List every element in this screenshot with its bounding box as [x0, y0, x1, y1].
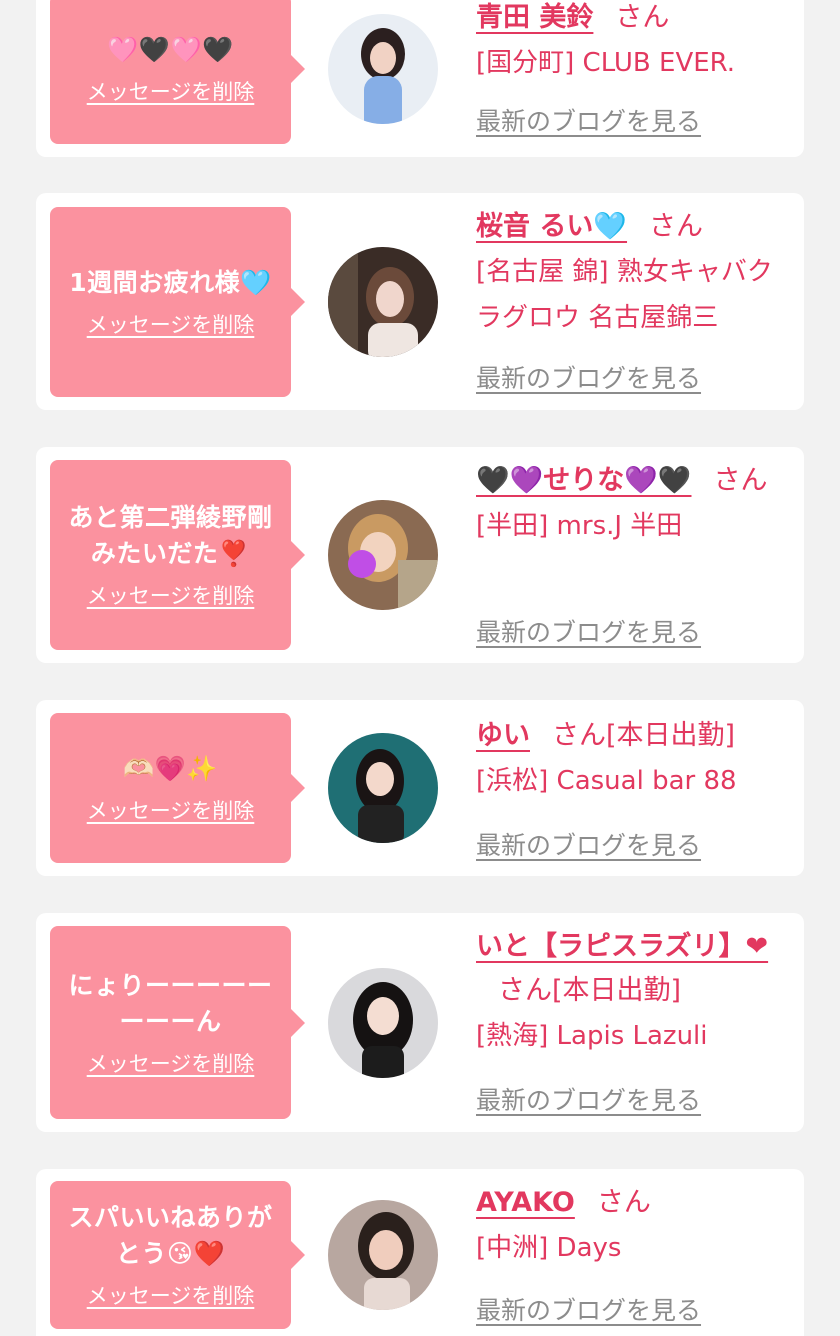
- message-text: 1週間お疲れ様🩵: [69, 268, 272, 297]
- avatar[interactable]: [328, 500, 438, 610]
- honorific: さん: [713, 465, 768, 496]
- cast-info: AYAKO さん [中洲] Days: [476, 1181, 788, 1271]
- cast-name-link[interactable]: 青田 美鈴: [476, 2, 593, 33]
- latest-blog-link[interactable]: 最新のブログを見る: [476, 1291, 701, 1327]
- avatar[interactable]: [328, 968, 438, 1078]
- cast-name-link[interactable]: 桜音 るい🩵: [476, 211, 627, 242]
- cast-info: 青田 美鈴 さん [国分町] CLUB EVER.: [476, 0, 788, 86]
- delete-message-link[interactable]: メッセージを削除: [87, 309, 255, 339]
- honorific: さん: [596, 1187, 651, 1218]
- honorific: さん: [498, 975, 552, 1006]
- latest-blog-link[interactable]: 最新のブログを見る: [476, 359, 701, 395]
- latest-blog-link[interactable]: 最新のブログを見る: [476, 613, 701, 649]
- shop-name: [浜松] Casual bar 88: [476, 766, 737, 796]
- cast-name-link[interactable]: ゆい: [476, 720, 530, 751]
- avatar[interactable]: [328, 247, 438, 357]
- latest-blog-link[interactable]: 最新のブログを見る: [476, 102, 701, 138]
- message-bubble: 1週間お疲れ様🩵 メッセージを削除: [50, 207, 305, 397]
- avatar[interactable]: [328, 14, 438, 124]
- message-bubble: にょりーーーーーーーーん メッセージを削除: [50, 926, 305, 1119]
- avatar[interactable]: [328, 1200, 438, 1310]
- message-card: 🫶🏻💗✨ メッセージを削除 ゆい さん[本日出勤] [浜松] Casual bar…: [36, 700, 804, 876]
- honorific: さん: [615, 2, 670, 33]
- honorific: さん: [649, 211, 704, 242]
- shop-name: [名古屋 錦] 熟女キャバクラグロウ 名古屋錦三: [476, 257, 773, 333]
- delete-message-link[interactable]: メッセージを削除: [87, 580, 255, 610]
- message-list: 🩷🖤🩷🖤 メッセージを削除 青田 美鈴 さん [国分町] CLUB EVER. 最…: [0, 0, 840, 1336]
- message-bubble: 🫶🏻💗✨ メッセージを削除: [50, 713, 305, 863]
- cast-info: 桜音 るい🩵 さん [名古屋 錦] 熟女キャバクラグロウ 名古屋錦三: [476, 205, 788, 341]
- message-card: 1週間お疲れ様🩵 メッセージを削除 桜音 るい🩵 さん [名古屋 錦] 熟女キャバ…: [36, 193, 804, 410]
- message-text: あと第二弾綾野剛みたいだた❣️: [68, 503, 273, 568]
- cast-info: ゆい さん[本日出勤] [浜松] Casual bar 88: [476, 714, 788, 804]
- message-text: 🫶🏻💗✨: [123, 754, 218, 783]
- shop-name: [国分町] CLUB EVER.: [476, 48, 736, 78]
- message-text: にょりーーーーーーーーん: [68, 970, 273, 1036]
- attendance-status: [本日出勤]: [552, 975, 682, 1006]
- latest-blog-link[interactable]: 最新のブログを見る: [476, 826, 701, 862]
- delete-message-link[interactable]: メッセージを削除: [87, 76, 255, 106]
- cast-name-link[interactable]: 🖤💜せりな💜🖤: [476, 465, 691, 496]
- message-card: 🩷🖤🩷🖤 メッセージを削除 青田 美鈴 さん [国分町] CLUB EVER. 最…: [36, 0, 804, 157]
- message-card: にょりーーーーーーーーん メッセージを削除 いと【ラピスラズリ】❤ さん[本日出勤…: [36, 913, 804, 1132]
- shop-name: [半田] mrs.J 半田: [476, 511, 683, 541]
- message-bubble: 🩷🖤🩷🖤 メッセージを削除: [50, 0, 305, 144]
- delete-message-link[interactable]: メッセージを削除: [87, 795, 255, 825]
- message-card: スパいいねありがとう😘❤️ メッセージを削除 AYAKO さん [中洲] Days…: [36, 1169, 804, 1336]
- message-text: スパいいねありがとう😘❤️: [68, 1203, 273, 1268]
- shop-name: [中洲] Days: [476, 1233, 622, 1263]
- delete-message-link[interactable]: メッセージを削除: [87, 1280, 255, 1310]
- message-card: あと第二弾綾野剛みたいだた❣️ メッセージを削除 🖤💜せりな💜🖤 さん [半田] …: [36, 447, 804, 663]
- delete-message-link[interactable]: メッセージを削除: [87, 1048, 255, 1078]
- message-bubble: あと第二弾綾野剛みたいだた❣️ メッセージを削除: [50, 460, 305, 650]
- shop-name: [熱海] Lapis Lazuli: [476, 1021, 708, 1051]
- cast-name-link[interactable]: いと【ラピスラズリ】❤: [476, 931, 768, 962]
- latest-blog-link[interactable]: 最新のブログを見る: [476, 1081, 701, 1117]
- attendance-status: [本日出勤]: [606, 720, 736, 751]
- cast-name-link[interactable]: AYAKO: [476, 1187, 575, 1218]
- cast-info: 🖤💜せりな💜🖤 さん [半田] mrs.J 半田: [476, 459, 788, 549]
- honorific: さん: [552, 720, 606, 751]
- message-bubble: スパいいねありがとう😘❤️ メッセージを削除: [50, 1181, 305, 1329]
- avatar[interactable]: [328, 733, 438, 843]
- cast-info: いと【ラピスラズリ】❤ さん[本日出勤] [熱海] Lapis Lazuli: [476, 925, 788, 1059]
- message-text: 🩷🖤🩷🖤: [107, 35, 234, 64]
